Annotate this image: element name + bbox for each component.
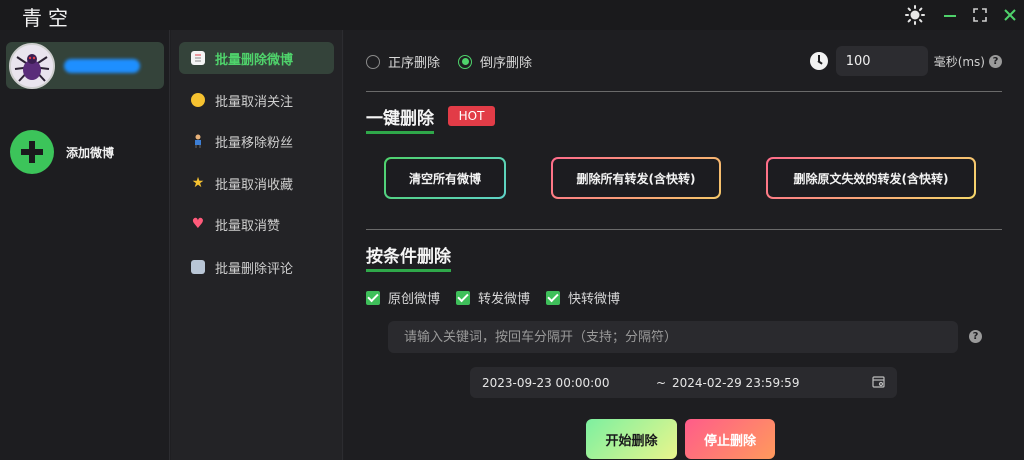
radio-reverse-label: 倒序删除 [480, 56, 533, 71]
divider [366, 229, 1002, 230]
star-icon: ★ [191, 175, 205, 191]
spider-avatar-icon [11, 45, 53, 87]
delete-invalid-reposts-button[interactable]: 删除原文失效的转发(含快转) [766, 157, 976, 199]
account-name-redacted [64, 59, 140, 73]
nav-item-label: 批量删除微博 [215, 52, 294, 68]
check-original-label: 原创微博 [388, 292, 441, 307]
divider [366, 91, 1002, 92]
function-nav: 批量删除微博 批量取消关注 批量移除粉丝 ★ 批量取消收藏 ♥ 批量取消赞 批量… [171, 30, 343, 460]
plus-icon [10, 130, 54, 174]
clock-icon [809, 52, 828, 70]
lightbulb-icon [191, 93, 205, 107]
weibo-type-checks: 原创微博 转发微博 快转微博 [366, 288, 636, 307]
keyword-input[interactable] [388, 321, 958, 353]
nav-item-label: 批量移除粉丝 [215, 135, 294, 151]
avatar [9, 43, 55, 89]
nav-item-unlike[interactable]: ♥ 批量取消赞 [179, 208, 334, 240]
sun-icon [905, 5, 925, 25]
heart-icon: ♥ [191, 216, 205, 232]
close-button[interactable] [1000, 4, 1020, 26]
nav-item-label: 批量取消赞 [215, 218, 281, 234]
radio-reverse-order[interactable] [458, 54, 473, 69]
person-icon [191, 134, 205, 148]
check-quick-repost-label: 快转微博 [568, 292, 621, 307]
maximize-icon [973, 8, 987, 22]
radio-forward-label: 正序删除 [388, 56, 441, 71]
clear-all-weibo-button[interactable]: 清空所有微博 [384, 157, 506, 199]
document-icon [191, 51, 205, 65]
radio-forward-order[interactable] [366, 54, 380, 69]
delete-all-reposts-button[interactable]: 删除所有转发(含快转) [551, 157, 721, 199]
maximize-button[interactable] [970, 4, 990, 26]
minimize-button[interactable] [940, 4, 960, 26]
date-start[interactable]: 2023-09-23 00:00:00 [482, 376, 650, 390]
check-original[interactable] [366, 290, 380, 305]
quick-delete-title: 一键删除 [366, 104, 434, 134]
check-quick-repost[interactable] [546, 290, 561, 305]
delete-invalid-reposts-label: 删除原文失效的转发(含快转) [768, 159, 974, 197]
calendar-icon[interactable] [872, 375, 885, 391]
conditional-delete-title: 按条件删除 [366, 242, 451, 272]
nav-item-delete-comments[interactable]: 批量删除评论 [179, 251, 334, 283]
close-icon [1004, 9, 1016, 21]
interval-input[interactable] [835, 46, 928, 76]
date-separator: ~ [655, 375, 667, 390]
hot-badge: HOT [448, 106, 495, 126]
date-end[interactable]: 2024-02-29 23:59:59 [672, 376, 842, 390]
help-icon[interactable]: ? [989, 54, 1002, 68]
check-repost-label: 转发微博 [478, 292, 531, 307]
account-panel: 添加微博 [0, 30, 170, 460]
account-card[interactable] [6, 42, 164, 89]
add-account-label: 添加微博 [66, 145, 115, 160]
delete-order-group: 正序删除 倒序删除 [366, 52, 550, 71]
app-title: 青空 [22, 6, 74, 30]
theme-toggle-button[interactable] [904, 4, 926, 26]
clear-all-weibo-label: 清空所有微博 [386, 159, 504, 197]
interval-unit: 毫秒(ms) [933, 54, 985, 69]
nav-item-remove-fans[interactable]: 批量移除粉丝 [179, 125, 334, 157]
add-account-button[interactable]: 添加微博 [10, 130, 114, 174]
stop-delete-button[interactable]: 停止删除 [685, 419, 775, 459]
nav-item-unfavorite[interactable]: ★ 批量取消收藏 [179, 167, 334, 199]
start-delete-button[interactable]: 开始删除 [586, 419, 677, 459]
nav-item-label: 批量取消关注 [215, 94, 294, 110]
title-bar: 青空 [0, 0, 1024, 30]
nav-item-delete-weibo[interactable]: 批量删除微博 [179, 42, 334, 74]
nav-item-unfollow[interactable]: 批量取消关注 [179, 84, 334, 116]
comment-icon [191, 260, 205, 274]
nav-item-label: 批量删除评论 [215, 261, 294, 277]
minimize-icon [944, 15, 956, 17]
delete-all-reposts-label: 删除所有转发(含快转) [553, 159, 719, 197]
nav-item-label: 批量取消收藏 [215, 177, 294, 193]
interval-setting: 毫秒(ms) ? [809, 46, 1002, 76]
main-content: 正序删除 倒序删除 毫秒(ms) ? 一键删除 HOT 清空所有微博 删除所有转… [344, 30, 1024, 460]
date-range-picker[interactable]: 2023-09-23 00:00:00 ~ 2024-02-29 23:59:5… [470, 367, 897, 398]
check-repost[interactable] [456, 290, 471, 305]
keyword-help-icon[interactable]: ? [969, 330, 982, 343]
